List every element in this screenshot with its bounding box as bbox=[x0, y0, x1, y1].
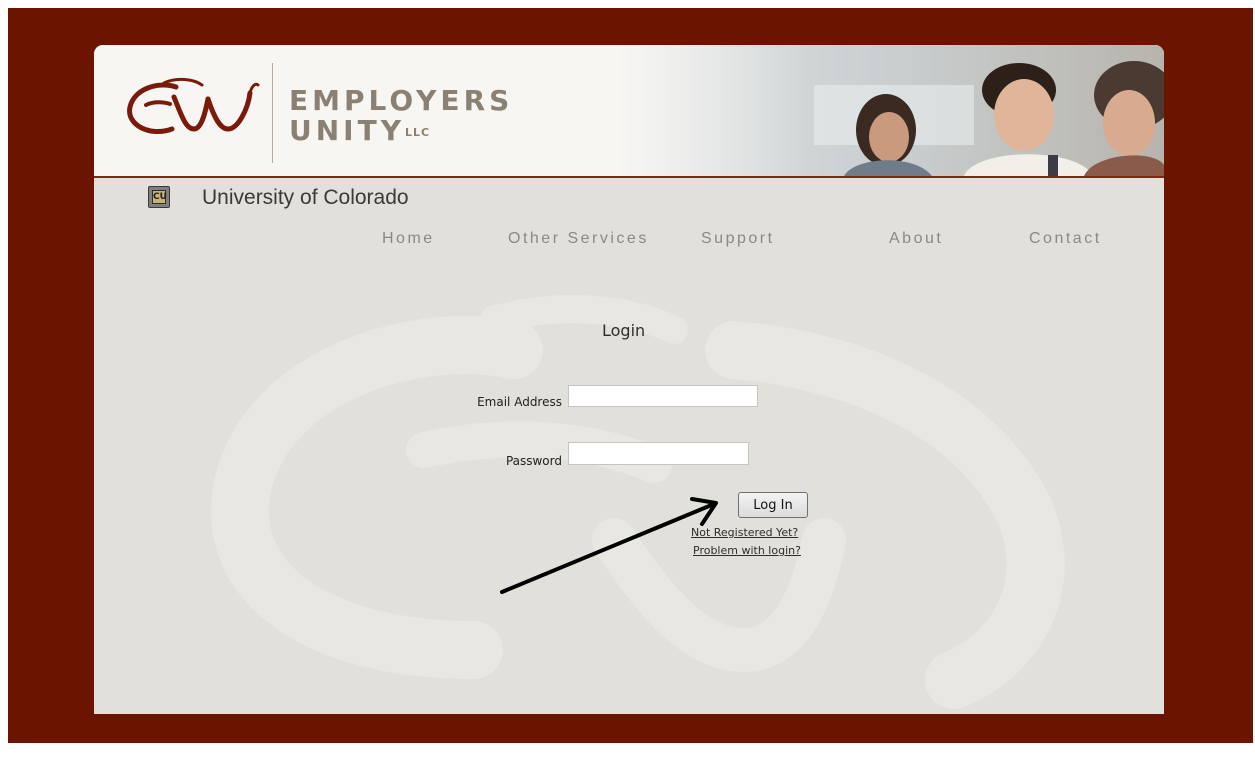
brand-suffix: LLC bbox=[404, 126, 431, 139]
email-field[interactable] bbox=[568, 385, 758, 407]
email-label: Email Address bbox=[477, 395, 562, 409]
password-field[interactable] bbox=[568, 442, 749, 465]
login-title: Login bbox=[602, 321, 646, 340]
header-photo bbox=[614, 45, 1164, 176]
nav-about[interactable]: About bbox=[889, 230, 943, 248]
institution-name: University of Colorado bbox=[202, 186, 409, 209]
nav-other-services[interactable]: Other Services bbox=[508, 230, 649, 248]
eu-logo-icon[interactable] bbox=[124, 73, 264, 143]
login-button[interactable]: Log In bbox=[738, 492, 808, 518]
logo-divider bbox=[272, 63, 273, 163]
nav-home[interactable]: Home bbox=[382, 230, 435, 248]
nav-contact[interactable]: Contact bbox=[1029, 230, 1102, 248]
cu-logo-inner: CU bbox=[152, 190, 167, 204]
brand-name-line2: UNITYLLC bbox=[289, 117, 430, 145]
page-container: EMPLOYERS UNITYLLC CU University of Colo… bbox=[94, 45, 1164, 714]
problem-login-link[interactable]: Problem with login? bbox=[693, 544, 801, 557]
brand-name-unity: UNITY bbox=[289, 114, 405, 147]
cu-logo-icon: CU bbox=[148, 186, 170, 208]
not-registered-link[interactable]: Not Registered Yet? bbox=[691, 526, 798, 539]
eu-watermark-icon bbox=[211, 295, 1065, 709]
password-label: Password bbox=[505, 454, 562, 468]
nav-support[interactable]: Support bbox=[701, 230, 775, 248]
main-nav: Home Other Services Support About Contac… bbox=[94, 230, 1164, 254]
site-header: EMPLOYERS UNITYLLC bbox=[94, 45, 1164, 178]
institution-bar: CU University of Colorado bbox=[94, 178, 1164, 218]
brand-name-line1: EMPLOYERS bbox=[289, 84, 514, 117]
